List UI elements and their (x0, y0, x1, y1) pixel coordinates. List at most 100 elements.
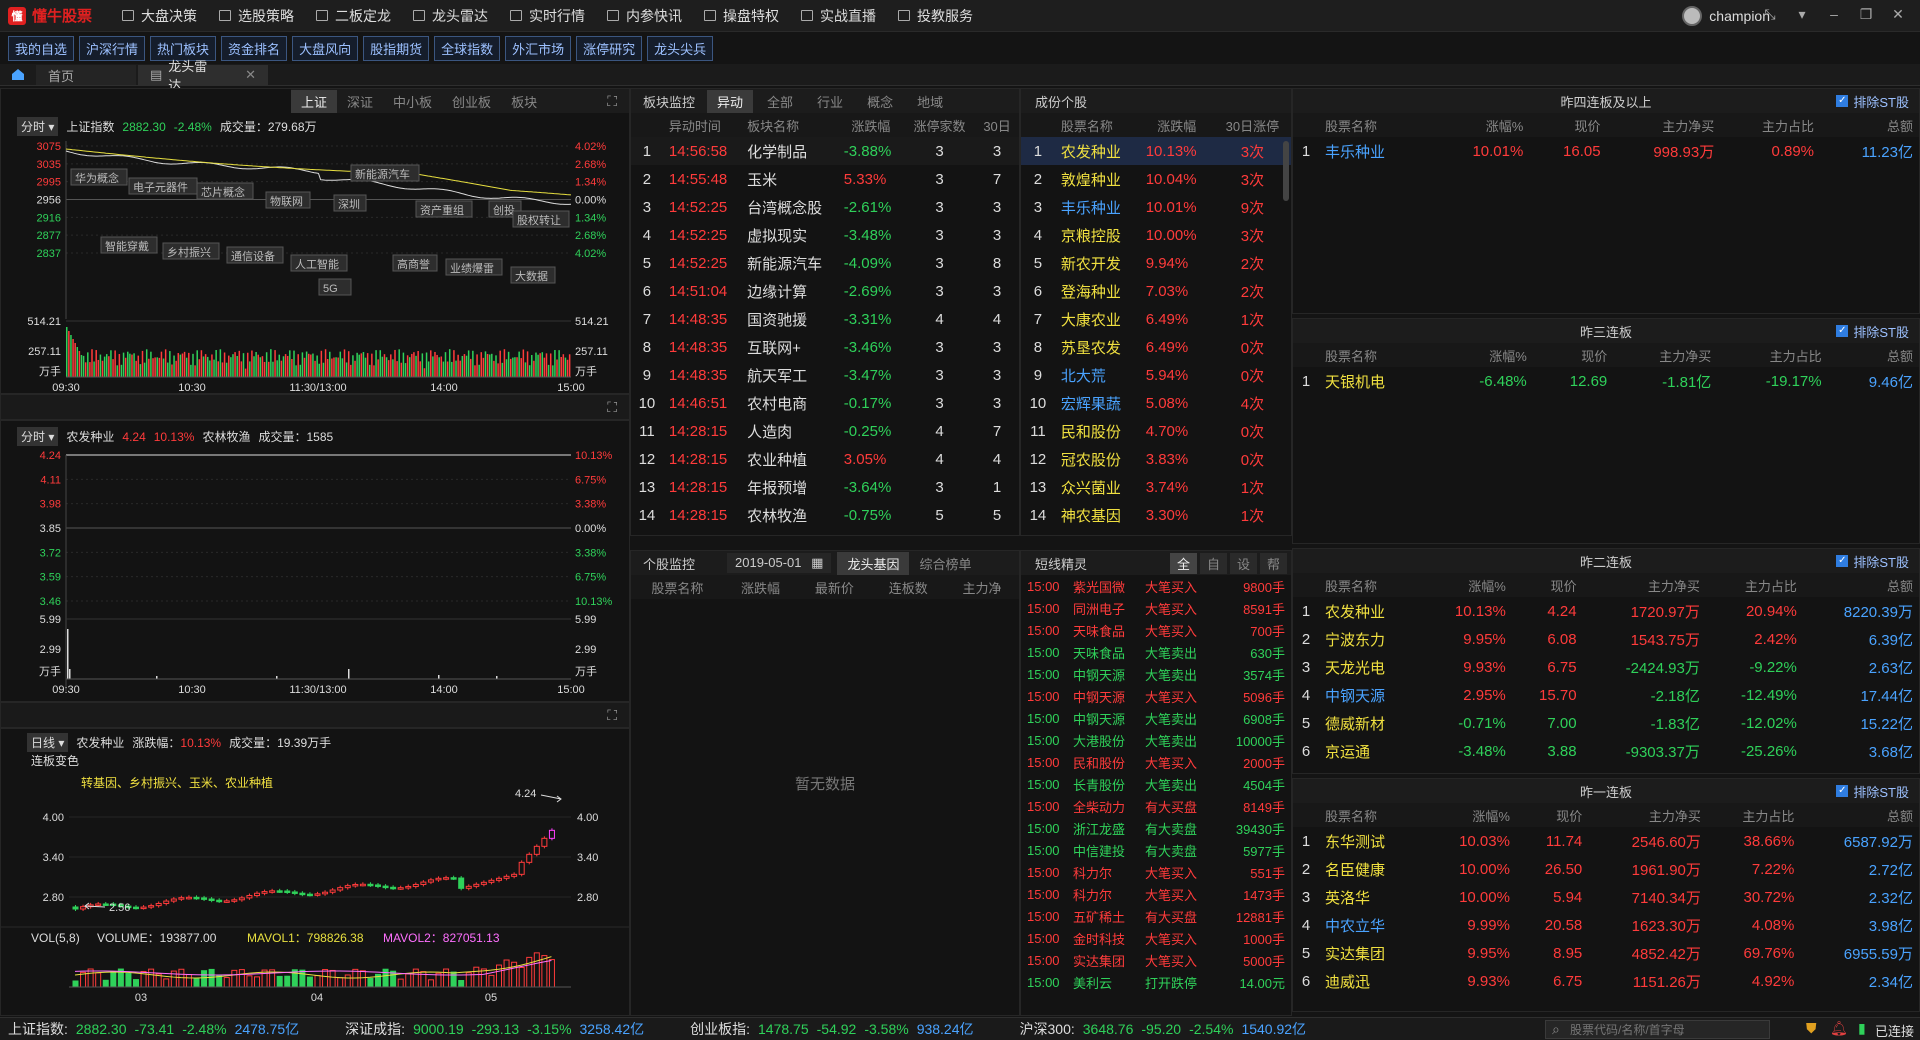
list-item[interactable]: 15:00 全柴动力 有大买盘 8149手 (1021, 795, 1291, 817)
concept-chip[interactable]: 华为概念 (70, 168, 128, 186)
table-row[interactable]: 1 天银机电 -6.48% 12.69 -1.81亿 -19.17% 9.46亿 (1293, 367, 1919, 395)
table-row[interactable]: 6 登海种业 7.03% 2次 (1021, 277, 1291, 305)
table-row[interactable]: 1 农发种业 10.13% 3次 (1021, 137, 1291, 165)
col-header[interactable]: 现价 (1529, 113, 1607, 137)
table-row[interactable]: 11 14:28:15 人造肉 -0.25% 4 7 (631, 417, 1019, 445)
table-row[interactable]: 3 14:52:25 台湾概念股 -2.61% 3 3 (631, 193, 1019, 221)
list-item[interactable]: 15:00 民和股份 大笔买入 2000手 (1021, 751, 1291, 773)
nav-button-7[interactable]: 外汇市场 (505, 35, 572, 61)
concept-chip[interactable]: 物联网 (265, 191, 311, 209)
list-item[interactable]: 15:00 科力尔 大笔买入 551手 (1021, 861, 1291, 883)
table-row[interactable]: 9 14:48:35 航天军工 -3.47% 3 3 (631, 361, 1019, 389)
concept-chip[interactable]: 通信设备 (226, 246, 284, 264)
close-button[interactable]: ✕ (1886, 6, 1910, 23)
stock-search-input[interactable] (1545, 1020, 1770, 1039)
minimize-button[interactable]: – (1822, 6, 1846, 23)
expand-icon[interactable]: ⛶ (607, 399, 617, 416)
col-header[interactable]: 涨幅% (1436, 343, 1533, 367)
col-header[interactable]: 主力占比 (1720, 113, 1821, 137)
list-item[interactable]: 15:00 科力尔 大笔买入 1473手 (1021, 883, 1291, 905)
menu-item-6[interactable]: 操盘特权 (704, 6, 779, 26)
list-item[interactable]: 15:00 中信建投 有大卖盘 5977手 (1021, 839, 1291, 861)
table-row[interactable]: 11 民和股份 4.70% 0次 (1021, 417, 1291, 445)
table-row[interactable]: 14 神农基因 3.30% 1次 (1021, 501, 1291, 529)
col-header[interactable]: 主力占比 (1717, 343, 1828, 367)
nav-button-0[interactable]: 我的自选 (8, 35, 75, 61)
col-header[interactable]: 现价 (1532, 343, 1614, 367)
table-row[interactable]: 8 苏垦农发 6.49% 0次 (1021, 333, 1291, 361)
concept-chip[interactable]: 大数据 (510, 266, 556, 284)
index-status-1[interactable]: 深证成指: 9000.19 -293.13 -3.15% 3258.42亿 (345, 1019, 652, 1039)
col-header[interactable]: 主力净买 (1582, 573, 1706, 597)
col-header[interactable]: 涨跌幅 (837, 113, 904, 137)
sector-tab-3[interactable]: 概念 (857, 90, 903, 113)
table-row[interactable]: 7 大康农业 6.49% 1次 (1021, 305, 1291, 333)
table-row[interactable]: 3 英洛华 10.00% 5.94 7140.34万 30.72% 2.32亿 (1293, 883, 1919, 911)
nav-button-6[interactable]: 全球指数 (434, 35, 501, 61)
sector-tab-4[interactable]: 地域 (907, 90, 953, 113)
table-row[interactable]: 6 京运通 -3.48% 3.88 -9303.37万 -25.26% 3.68亿 (1293, 737, 1919, 765)
menu-item-7[interactable]: 实战直播 (801, 6, 876, 26)
col-header[interactable]: 总额 (1802, 573, 1919, 597)
table-row[interactable]: 8 14:48:35 互联网+ -3.46% 3 3 (631, 333, 1019, 361)
col-header[interactable]: 主力占比 (1706, 803, 1801, 827)
col-header[interactable]: 异动时间 (662, 113, 742, 137)
sector-tab-1[interactable]: 全部 (757, 90, 803, 113)
table-row[interactable]: 1 丰乐种业 10.01% 16.05 998.93万 0.89% 11.23亿 (1293, 137, 1919, 165)
exclude-st-checkbox[interactable]: ✓ 排除ST股 (1836, 322, 1909, 341)
table-row[interactable]: 5 14:52:25 新能源汽车 -4.09% 3 8 (631, 249, 1019, 277)
table-row[interactable]: 2 敦煌种业 10.04% 3次 (1021, 165, 1291, 193)
col-header[interactable]: 涨幅% (1431, 113, 1530, 137)
dropdown-icon[interactable]: ▾ (1790, 6, 1814, 23)
col-header[interactable]: 30日涨停 (1213, 113, 1291, 137)
bell-icon[interactable]: 🔔︎ (1830, 1020, 1848, 1037)
list-item[interactable]: 15:00 天味食品 大笔卖出 630手 (1021, 641, 1291, 663)
concept-chip[interactable]: 5G (318, 278, 352, 296)
table-row[interactable]: 4 中钢天源 2.95% 15.70 -2.18亿 -12.49% 17.44亿 (1293, 681, 1919, 709)
concept-chip[interactable]: 资产重组 (415, 200, 473, 218)
daily-kline-chart[interactable]: 4.00 4.00 3.40 3.40 2.80 2.80 4.24 2.56 VOL(5,8)… (1, 729, 630, 1016)
table-row[interactable]: 6 迪威迅 9.93% 6.75 1151.26万 4.92% 2.34亿 (1293, 967, 1919, 995)
scrollbar[interactable] (1283, 141, 1289, 201)
shrink-icon[interactable]: ⤡ (1758, 6, 1782, 23)
list-item[interactable]: 15:00 浙江龙盛 有大卖盘 39430手 (1021, 817, 1291, 839)
nav-button-5[interactable]: 股指期货 (363, 35, 430, 61)
col-header[interactable]: 股票名称 (1054, 113, 1140, 137)
nav-button-3[interactable]: 资金排名 (221, 35, 288, 61)
menu-item-0[interactable]: 大盘决策 (122, 6, 197, 26)
col-header[interactable]: 现价 (1511, 573, 1583, 597)
table-row[interactable]: 13 14:28:15 年报预增 -3.64% 3 1 (631, 473, 1019, 501)
shortline-tab-3[interactable]: 帮 (1259, 552, 1287, 574)
expand-icon[interactable]: ⛶ (607, 707, 617, 724)
table-row[interactable]: 2 名臣健康 10.00% 26.50 1961.90万 7.22% 2.72亿 (1293, 855, 1919, 883)
table-row[interactable]: 4 中农立华 9.99% 20.58 1623.30万 4.08% 3.98亿 (1293, 911, 1919, 939)
shortline-tab-2[interactable]: 设 (1229, 552, 1257, 574)
stock-intraday-chart[interactable]: 4.24 10.13% 4.11 6.75% 3.98 3.38% 3.85 0.00% 3.7… (1, 421, 630, 702)
col-header[interactable]: 总额 (1800, 803, 1919, 827)
shortline-tab-1[interactable]: 自 (1199, 552, 1227, 574)
concept-chip[interactable]: 高商誉 (392, 254, 438, 272)
table-row[interactable]: 10 宏辉果蔬 5.08% 4次 (1021, 389, 1291, 417)
exclude-st-checkbox[interactable]: ✓ 排除ST股 (1836, 92, 1909, 111)
col-header[interactable]: 总额 (1827, 343, 1919, 367)
list-item[interactable]: 15:00 大港股份 大笔卖出 10000手 (1021, 729, 1291, 751)
list-item[interactable]: 15:00 中钢天源 大笔卖出 3574手 (1021, 663, 1291, 685)
tab-home[interactable]: 首页 (36, 65, 136, 85)
col-header[interactable]: 股票名称 (1319, 113, 1432, 137)
table-row[interactable]: 5 新农开发 9.94% 2次 (1021, 249, 1291, 277)
table-row[interactable]: 4 14:52:25 虚拟现实 -3.48% 3 3 (631, 221, 1019, 249)
menu-item-4[interactable]: 实时行情 (510, 6, 585, 26)
table-row[interactable]: 2 宁波东力 9.95% 6.08 1543.75万 2.42% 6.39亿 (1293, 625, 1919, 653)
menu-item-8[interactable]: 投教服务 (898, 6, 973, 26)
nav-button-1[interactable]: 沪深行情 (79, 35, 146, 61)
exclude-st-checkbox[interactable]: ✓ 排除ST股 (1836, 552, 1909, 571)
table-row[interactable]: 4 京粮控股 10.00% 3次 (1021, 221, 1291, 249)
col-header[interactable]: 主力占比 (1705, 573, 1803, 597)
home-icon[interactable] (0, 63, 36, 85)
index-status-3[interactable]: 沪深300: 3648.76 -95.20 -2.54% 1540.92亿 (1020, 1019, 1315, 1039)
table-row[interactable]: 1 东华测试 10.03% 11.74 2546.60万 38.66% 6587.92万 (1293, 827, 1919, 855)
list-item[interactable]: 15:00 紫光国微 大笔买入 9800手 (1021, 575, 1291, 597)
table-row[interactable]: 2 14:55:48 玉米 5.33% 3 7 (631, 165, 1019, 193)
col-header[interactable]: 总额 (1820, 113, 1919, 137)
list-item[interactable]: 15:00 五矿稀土 有大买盘 12881手 (1021, 905, 1291, 927)
